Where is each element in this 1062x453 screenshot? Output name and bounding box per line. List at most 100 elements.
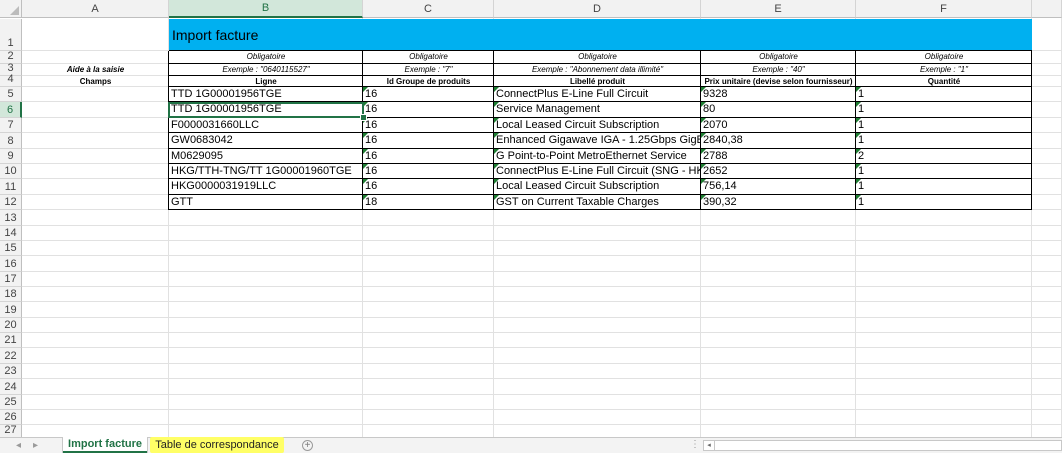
tab-split-handle-icon[interactable]: ⋮ (690, 439, 700, 450)
table-cell[interactable]: 16 (363, 164, 494, 179)
table-cell[interactable]: 2788 (701, 149, 856, 164)
table-cell[interactable]: 16 (363, 87, 494, 102)
row-header[interactable]: 16 (0, 256, 22, 272)
table-border (855, 51, 856, 210)
row-header[interactable]: 7 (0, 118, 22, 133)
table-cell[interactable]: GW0683042 (169, 133, 363, 149)
row-header[interactable]: 21 (0, 333, 22, 348)
table-border (169, 163, 1032, 164)
row-header[interactable]: 13 (0, 210, 22, 226)
table-cell[interactable]: 16 (363, 179, 494, 195)
column-header-f[interactable]: F (856, 0, 1032, 18)
number-as-text-warning-icon (363, 164, 368, 169)
row-header[interactable]: 23 (0, 364, 22, 379)
prev-sheet-arrow-icon[interactable]: ◂ (16, 440, 21, 451)
table-border (169, 63, 1032, 64)
scroll-left-icon[interactable]: ◂ (704, 441, 715, 450)
row-header[interactable]: 22 (0, 348, 22, 364)
table-cell-text: Service Management (496, 103, 600, 115)
table-cell[interactable]: 1 (856, 102, 1032, 118)
row-header[interactable]: 17 (0, 272, 22, 287)
table-cell[interactable]: 18 (363, 195, 494, 210)
table-cell[interactable]: HKG/TTH-TNG/TT 1G00001960TGE (169, 164, 363, 179)
table-cell[interactable]: M0629095 (169, 149, 363, 164)
row-header[interactable]: 26 (0, 410, 22, 425)
row-header[interactable]: 6 (0, 102, 22, 118)
aide-saisie-label[interactable]: Aide à la saisie (22, 64, 169, 76)
row-header[interactable]: 5 (0, 87, 22, 102)
table-cell[interactable]: Enhanced Gigawave IGA - 1.25Gbps GigE (494, 133, 701, 149)
table-cell[interactable]: HKG0000031919LLC (169, 179, 363, 195)
column-header-b[interactable]: B (169, 0, 363, 18)
table-cell[interactable]: 1 (856, 133, 1032, 149)
row-header[interactable]: 12 (0, 195, 22, 210)
table-cell[interactable]: 16 (363, 118, 494, 133)
number-as-text-warning-icon (494, 133, 499, 138)
next-sheet-arrow-icon[interactable]: ▸ (33, 440, 38, 451)
number-as-text-warning-icon (494, 195, 499, 200)
table-cell[interactable]: GTT (169, 195, 363, 210)
table-cell-text: 2840,38 (703, 134, 743, 146)
column-header-c[interactable]: C (363, 0, 494, 18)
tab-import-facture[interactable]: Import facture (63, 437, 147, 453)
table-cell[interactable]: 2 (856, 149, 1032, 164)
row-header[interactable]: 15 (0, 241, 22, 256)
table-cell[interactable]: ConnectPlus E-Line Full Circuit (SNG - H… (494, 164, 701, 179)
table-cell[interactable]: 2840,38 (701, 133, 856, 149)
table-cell[interactable]: 80 (701, 102, 856, 118)
table-cell[interactable]: 16 (363, 133, 494, 149)
column-header-d[interactable]: D (494, 0, 701, 18)
table-cell-text: 2070 (703, 119, 728, 131)
table-cell[interactable]: Local Leased Circuit Subscription (494, 118, 701, 133)
horizontal-scrollbar[interactable]: ◂ (703, 440, 1062, 451)
column-header-a[interactable]: A (22, 0, 169, 18)
table-cell[interactable]: 2652 (701, 164, 856, 179)
table-cell[interactable]: Local Leased Circuit Subscription (494, 179, 701, 195)
table-cell[interactable]: 1 (856, 179, 1032, 195)
row-header[interactable]: 1 (0, 19, 22, 51)
row-header[interactable]: 19 (0, 302, 22, 318)
table-cell[interactable]: 756,14 (701, 179, 856, 195)
number-as-text-warning-icon (363, 149, 368, 154)
row-header[interactable]: 18 (0, 287, 22, 302)
table-cell[interactable]: 1 (856, 164, 1032, 179)
table-cell[interactable]: TTD 1G00001956TGE (169, 87, 363, 102)
table-cell[interactable]: 1 (856, 87, 1032, 102)
table-cell[interactable]: 1 (856, 118, 1032, 133)
number-as-text-warning-icon (856, 195, 861, 200)
fill-handle[interactable] (360, 114, 367, 121)
row-header[interactable]: 8 (0, 133, 22, 149)
row-header[interactable]: 25 (0, 395, 22, 410)
row-header[interactable]: 10 (0, 164, 22, 179)
spreadsheet-grid[interactable]: ABCDEF 1 2 3 4 5 6 7 8 9 10 11 12 13 14 15 16 17 18 19 20 21… (0, 0, 1062, 438)
row-header[interactable]: 14 (0, 226, 22, 241)
row-header[interactable]: 4 (0, 73, 22, 87)
table-cell[interactable]: 16 (363, 149, 494, 164)
table-cell[interactable]: GST on Current Taxable Charges (494, 195, 701, 210)
table-cell[interactable]: 1 (856, 195, 1032, 210)
tab-table-de-correspondance[interactable]: Table de correspondance (150, 437, 284, 453)
column-header-e[interactable]: E (701, 0, 856, 18)
row-header[interactable]: 24 (0, 379, 22, 395)
row-header[interactable]: 20 (0, 318, 22, 333)
table-cell[interactable]: ConnectPlus E-Line Full Circuit (494, 87, 701, 102)
table-cell-text: HKG/TTH-TNG/TT 1G00001960TGE (171, 165, 352, 177)
table-cell[interactable]: F0000031660LLC (169, 118, 363, 133)
table-cell[interactable]: G Point-to-Point MetroEthernet Service (494, 149, 701, 164)
table-cell[interactable]: TTD 1G00001956TGE (169, 102, 363, 118)
row-header[interactable]: 9 (0, 149, 22, 164)
table-cell[interactable]: 390,32 (701, 195, 856, 210)
table-border (169, 117, 1032, 118)
sheet-title-cell[interactable]: Import facture (169, 19, 1032, 51)
table-border (169, 86, 1032, 87)
number-as-text-warning-icon (494, 102, 499, 107)
table-cell[interactable]: 9328 (701, 87, 856, 102)
table-cell[interactable]: 2070 (701, 118, 856, 133)
table-cell[interactable]: Service Management (494, 102, 701, 118)
select-all-corner[interactable] (0, 0, 22, 18)
add-sheet-icon[interactable]: + (302, 440, 313, 451)
champs-label[interactable]: Champs (22, 76, 169, 87)
column-header-blank[interactable] (1032, 0, 1062, 18)
table-cell[interactable]: 16 (363, 102, 494, 118)
row-header[interactable]: 11 (0, 179, 22, 195)
